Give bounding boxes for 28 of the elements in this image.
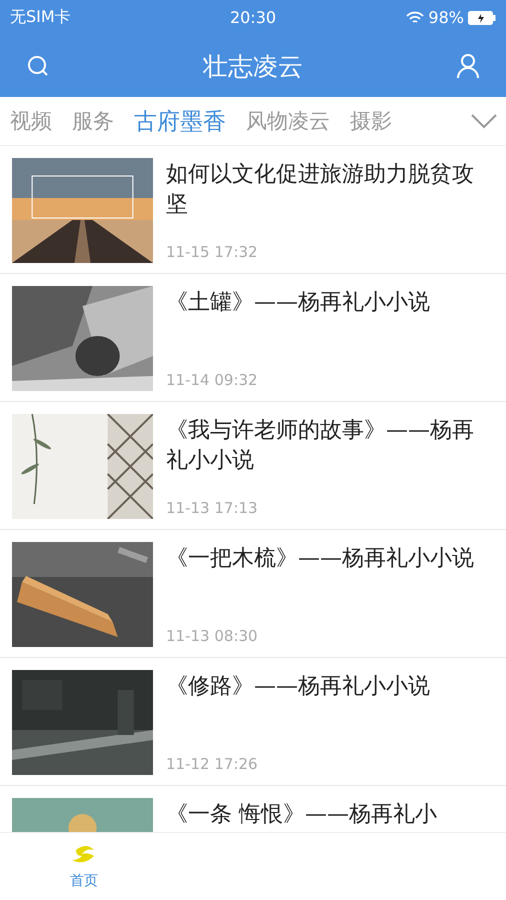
article-item[interactable]: 《一把木梳》——杨再礼小小说 11-13 08:30 <box>0 530 506 658</box>
app-title: 壮志凌云 <box>203 50 303 82</box>
article-title: 《一把木梳》——杨再礼小小说 <box>166 545 475 573</box>
category-tab[interactable]: 古府墨香 <box>134 106 238 136</box>
article-time: 11-15 17:32 <box>166 243 259 261</box>
article-title: 《我与许老师的故事》——杨再礼小小说 <box>166 417 475 475</box>
clock-text: 20:30 <box>230 8 276 27</box>
article-title: 《一条 悔恨》——杨再礼小 <box>166 801 438 829</box>
battery-text: 98% <box>428 8 464 27</box>
battery-icon <box>468 10 496 24</box>
article-title: 《修路》——杨再礼小小说 <box>166 673 431 701</box>
article-time: 11-12 17:26 <box>166 755 259 773</box>
article-item[interactable]: 如何以文化促进旅游助力脱贫攻坚 11-15 17:32 <box>0 146 506 274</box>
article-time: 11-13 17:13 <box>166 499 259 517</box>
article-item[interactable]: 《土罐》——杨再礼小小说 11-14 09:32 <box>0 274 506 402</box>
article-item[interactable]: 《修路》——杨再礼小小说 11-12 17:26 <box>0 658 506 786</box>
article-item[interactable]: 《我与许老师的故事》——杨再礼小小说 11-13 17:13 <box>0 402 506 530</box>
article-title: 如何以文化促进旅游助力脱贫攻坚 <box>166 161 475 219</box>
article-title: 《土罐》——杨再礼小小说 <box>166 289 431 317</box>
article-time: 11-14 09:32 <box>166 371 259 389</box>
chevron-down-icon[interactable] <box>470 113 498 129</box>
search-icon[interactable] <box>26 54 50 78</box>
wifi-icon <box>406 10 424 24</box>
article-time: 11-13 08:30 <box>166 627 259 645</box>
user-icon[interactable] <box>456 53 480 79</box>
home-label: 首页 <box>70 872 98 890</box>
carrier-text: 无SIM卡 <box>10 7 72 28</box>
home-tab[interactable]: 首页 <box>0 833 168 900</box>
